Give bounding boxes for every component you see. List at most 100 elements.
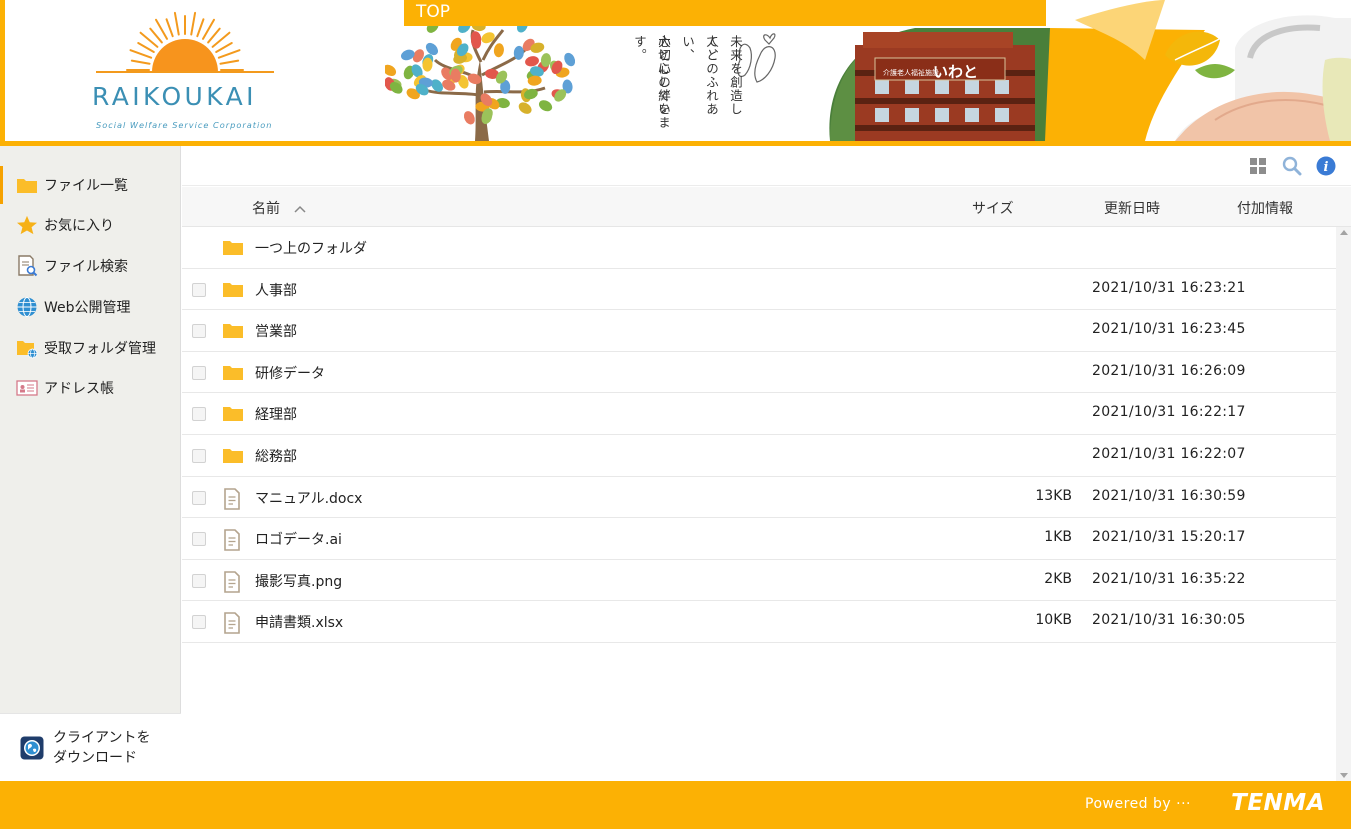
folder-icon [222, 321, 244, 341]
row-checkbox[interactable] [192, 282, 206, 297]
table-row[interactable]: ロゴデータ.ai 1KB 2021/10/31 15:20:17 [182, 518, 1336, 560]
scroll-down-arrow-icon[interactable] [1340, 773, 1348, 778]
sidebar-item-file-search[interactable]: ファイル検索 [0, 247, 181, 285]
file-search-icon [16, 255, 38, 277]
table-row[interactable]: 申請書類.xlsx 10KB 2021/10/31 16:30:05 [182, 601, 1336, 643]
row-checkbox[interactable] [192, 532, 206, 547]
file-list-panel: i 名前 サイズ 更新日時 付加情報 一つ上のフォルダ 人事部 2021/10/3… [182, 146, 1351, 781]
sidebar-item-label: 受取フォルダ管理 [44, 341, 156, 357]
row-checkbox[interactable] [192, 448, 206, 463]
row-date: 2021/10/31 16:23:45 [1092, 321, 1246, 338]
logo-text: RAIKOUKAI [92, 82, 257, 111]
footer: Powered by ··· TENMA [0, 781, 1351, 829]
row-name: 総務部 [255, 448, 297, 465]
row-date: 2021/10/31 16:35:22 [1092, 570, 1246, 587]
folder-icon [16, 175, 38, 195]
row-date: 2021/10/31 16:30:59 [1092, 487, 1246, 504]
building-sign: いわと [933, 63, 978, 81]
file-icon [222, 612, 244, 635]
row-size: 1KB [1044, 529, 1072, 546]
banner-text-line-2: 人とのふれあい、 [680, 35, 719, 116]
row-checkbox[interactable] [192, 573, 206, 588]
info-button[interactable]: i [1315, 155, 1337, 177]
sidebar-item-label: お気に入り [44, 218, 114, 234]
column-name-header[interactable]: 名前 [252, 198, 306, 218]
row-name: 営業部 [255, 324, 297, 341]
sidebar-item-web-publish[interactable]: Web公開管理 [0, 288, 181, 326]
row-size: 13KB [1035, 487, 1072, 504]
row-date: 2021/10/31 16:30:05 [1092, 612, 1246, 629]
row-name: 撮影写真.png [255, 573, 343, 590]
row-checkbox[interactable] [192, 490, 206, 505]
search-button[interactable] [1281, 155, 1303, 177]
client-download-button[interactable]: クライアントを ダウンロード [0, 713, 181, 781]
powered-by-text: Powered by ··· [1085, 796, 1191, 812]
sidebar-item-label: ファイル一覧 [44, 178, 128, 194]
row-date: 2021/10/31 15:20:17 [1092, 529, 1246, 546]
vertical-scrollbar[interactable] [1336, 227, 1351, 781]
file-rows: 一つ上のフォルダ 人事部 2021/10/31 16:23:21 営業部 2021/1… [182, 227, 1336, 643]
sidebar-item-label: ファイル検索 [44, 259, 128, 275]
row-name: マニュアル.docx [255, 490, 363, 507]
column-size-header[interactable]: サイズ [972, 198, 1014, 218]
folder-icon [222, 363, 244, 383]
logo-subtitle: Social Welfare Service Corporation [96, 120, 273, 130]
folder-icon [222, 280, 244, 300]
grid-icon [1250, 158, 1266, 174]
file-icon [222, 570, 244, 593]
sidebar-item-receive-folder[interactable]: 受取フォルダ管理 [0, 329, 181, 367]
row-date: 2021/10/31 16:22:17 [1092, 404, 1246, 421]
row-date: 2021/10/31 16:26:09 [1092, 362, 1246, 379]
row-size: 10KB [1035, 612, 1072, 629]
top-tab[interactable]: TOP [404, 0, 1046, 26]
parent-folder-label: 一つ上のフォルダ [255, 241, 367, 257]
row-name: 経理部 [255, 407, 297, 424]
grid-view-button[interactable] [1247, 155, 1269, 177]
file-icon [222, 529, 244, 551]
sidebar-item-file-list[interactable]: ファイル一覧 [0, 166, 181, 204]
file-icon [222, 487, 244, 510]
table-row[interactable]: 研修データ 2021/10/31 16:26:09 [182, 352, 1336, 394]
row-checkbox[interactable] [192, 407, 206, 422]
row-name: 申請書類.xlsx [255, 615, 344, 632]
raikoukai-logo[interactable]: RAIKOUKAI Social Welfare Service Corpora… [90, 10, 280, 134]
table-row[interactable]: 撮影写真.png 2KB 2021/10/31 16:35:22 [182, 560, 1336, 602]
header-banner: RAIKOUKAI Social Welfare Service Corpora… [0, 0, 1351, 146]
scroll-up-arrow-icon[interactable] [1340, 230, 1348, 235]
tree-illustration [385, 13, 576, 141]
list-header: 名前 サイズ 更新日時 付加情報 [182, 187, 1351, 227]
address-card-icon [16, 378, 38, 398]
client-download-line-2: ダウンロード [53, 749, 137, 766]
search-icon [1282, 156, 1302, 176]
row-date: 2021/10/31 16:22:07 [1092, 445, 1246, 462]
table-row[interactable]: 総務部 2021/10/31 16:22:07 [182, 435, 1336, 477]
parent-folder-row[interactable]: 一つ上のフォルダ [182, 227, 1336, 269]
row-name: 研修データ [255, 365, 325, 382]
row-checkbox[interactable] [192, 615, 206, 630]
table-row[interactable]: マニュアル.docx 13KB 2021/10/31 16:30:59 [182, 477, 1336, 519]
table-row[interactable]: 経理部 2021/10/31 16:22:17 [182, 393, 1336, 435]
table-row[interactable]: 営業部 2021/10/31 16:23:45 [182, 310, 1336, 352]
row-size: 2KB [1044, 570, 1072, 587]
info-icon: i [1316, 156, 1336, 176]
sidebar: ファイル一覧 お気に入り ファイル検索 Web公開管理 受取フォルダ管理 アドレ… [0, 146, 181, 781]
banner-text-line-4: 大切にしています。 [632, 35, 671, 130]
row-checkbox[interactable] [192, 324, 206, 339]
client-download-line-1: クライアントを [53, 729, 151, 746]
sort-asc-icon [294, 205, 306, 213]
sidebar-item-label: アドレス帳 [44, 381, 114, 397]
row-name: ロゴデータ.ai [255, 532, 342, 549]
row-name: 人事部 [255, 282, 297, 299]
column-modified-header[interactable]: 更新日時 [1104, 198, 1160, 218]
tenma-logo[interactable]: TENMA [1231, 790, 1325, 816]
building-sign-small: 介護老人福祉施設 [883, 68, 939, 77]
sidebar-item-address-book[interactable]: アドレス帳 [0, 369, 181, 407]
app-window: RAIKOUKAI Social Welfare Service Corpora… [0, 0, 1351, 829]
column-info-header[interactable]: 付加情報 [1237, 198, 1293, 218]
folder-icon [222, 404, 244, 424]
row-checkbox[interactable] [192, 365, 206, 380]
svg-text:i: i [1324, 160, 1329, 175]
sun-logo-icon [96, 11, 274, 73]
table-row[interactable]: 人事部 2021/10/31 16:23:21 [182, 269, 1336, 311]
sidebar-item-favorites[interactable]: お気に入り [0, 206, 181, 244]
